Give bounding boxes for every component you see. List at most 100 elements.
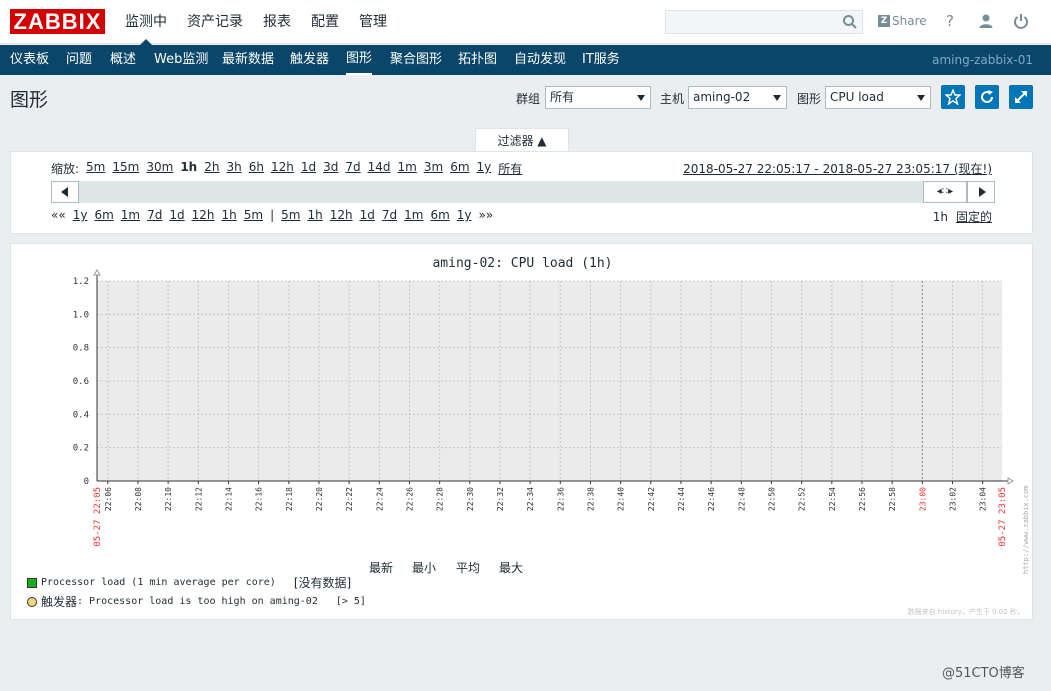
zoom-option[interactable]: 3h	[226, 160, 241, 177]
zoom-option[interactable]: 30m	[146, 160, 173, 177]
separator: |	[270, 208, 275, 222]
zoom-option[interactable]: 所有	[498, 160, 522, 177]
period-forward-link[interactable]: 1m	[404, 208, 423, 222]
zoom-option[interactable]: 2h	[204, 160, 219, 177]
period-back-link[interactable]: 1d	[169, 208, 184, 222]
group-select[interactable]: 所有	[545, 86, 651, 109]
y-axis-arrow-icon	[93, 269, 101, 276]
x-tick-label: 22:58	[888, 487, 897, 511]
nav-overview[interactable]: 概述	[110, 45, 136, 75]
top-menu-administration[interactable]: 管理	[349, 0, 397, 44]
period-forward-link[interactable]: 5m	[281, 208, 300, 222]
period-back-link[interactable]: 12h	[192, 208, 215, 222]
graph-select[interactable]: CPU load	[825, 86, 931, 109]
period-forward-link[interactable]: 1d	[360, 208, 375, 222]
legend-header-max: 最大	[499, 561, 524, 575]
back-arrows-icon: ««	[51, 208, 66, 222]
star-icon	[945, 89, 961, 105]
zoom-option[interactable]: 1m	[398, 160, 417, 177]
top-menu-configuration[interactable]: 配置	[301, 0, 349, 44]
side-url-text: http://www.zabbix.com	[1022, 485, 1030, 574]
sign-out-icon[interactable]	[1013, 13, 1029, 29]
period-forward-link[interactable]: 1h	[307, 208, 322, 222]
nav-problems[interactable]: 问题	[66, 45, 92, 75]
nav-screens[interactable]: 聚合图形	[390, 45, 442, 75]
help-icon[interactable]: ?	[946, 12, 954, 30]
zoom-option[interactable]: 1d	[301, 160, 316, 177]
scroll-left-button[interactable]	[51, 181, 79, 203]
zoom-option[interactable]: 7d	[345, 160, 360, 177]
zoom-option[interactable]: 14d	[368, 160, 391, 177]
zoom-option[interactable]: 12h	[271, 160, 294, 177]
top-menu-monitoring[interactable]: 监测中	[115, 0, 177, 45]
generation-credit: 数据来自 history。产生于 0.02 秒。	[907, 608, 1024, 616]
x-tick-label: 22:24	[375, 487, 384, 511]
refresh-button[interactable]	[975, 85, 999, 109]
fixed-period: 1h 固定的	[933, 208, 992, 225]
scroll-handle[interactable]: ◂∷▸	[923, 181, 967, 203]
zoom-option[interactable]: 1h	[180, 160, 197, 177]
period-forward-link[interactable]: 7d	[382, 208, 397, 222]
zoom-option[interactable]: 6m	[450, 160, 469, 177]
x-end-label: 05-27 23:05	[998, 487, 1008, 547]
zoom-option[interactable]: 6h	[249, 160, 264, 177]
top-menu-reports[interactable]: 报表	[253, 0, 301, 44]
scroll-right-button[interactable]	[967, 181, 995, 203]
period-range[interactable]: 2018-05-27 22:05:17 - 2018-05-27 23:05:1…	[683, 160, 992, 177]
chevron-down-icon	[917, 95, 925, 101]
zoom-option[interactable]: 3m	[424, 160, 443, 177]
x-tick-label: 22:56	[858, 487, 867, 511]
x-tick-label: 22:30	[466, 487, 475, 511]
zoom-option[interactable]: 15m	[112, 160, 139, 177]
x-tick-label: 22:44	[677, 487, 686, 511]
nav-latest-data[interactable]: 最新数据	[222, 45, 274, 75]
x-tick-label: 22:06	[104, 487, 113, 511]
x-tick-label: 22:42	[647, 487, 656, 511]
x-tick-label: 22:38	[586, 487, 595, 511]
timeline-scrollbar[interactable]: ◂∷▸	[51, 181, 995, 203]
zoom-option[interactable]: 5m	[86, 160, 105, 177]
search-input[interactable]	[665, 10, 863, 34]
nav-discovery[interactable]: 自动发现	[514, 45, 566, 75]
legend-trigger-name: : Processor load is too high on aming-02	[77, 596, 318, 607]
zoom-option[interactable]: 3d	[323, 160, 338, 177]
nav-triggers[interactable]: 触发器	[290, 45, 329, 75]
y-tick-label: 0.8	[73, 344, 89, 354]
period-navigation: «« 1y 6m 1m 7d 1d 12h 1h 5m | 5m 1h 12h 1d 7d 1m 6m 1y…	[51, 208, 500, 222]
legend-item-trigger: 触发器 : Processor load is too high on amin…	[27, 593, 366, 610]
zoom-label: 缩放:	[51, 162, 80, 176]
period-back-link[interactable]: 5m	[244, 208, 263, 222]
fullscreen-button[interactable]	[1009, 85, 1033, 109]
series-color-swatch	[27, 577, 37, 588]
x-tick-label: 23:04	[979, 487, 988, 511]
period-back-link[interactable]: 1y	[73, 208, 88, 222]
nav-maps[interactable]: 拓扑图	[458, 45, 497, 75]
legend-series-name: Processor load (1 min average per core)	[41, 577, 276, 588]
period-back-link[interactable]: 6m	[94, 208, 113, 222]
top-menu-inventory[interactable]: 资产记录	[177, 0, 253, 44]
period-back-link[interactable]: 1m	[121, 208, 140, 222]
period-forward-link[interactable]: 6m	[430, 208, 449, 222]
host-select-value: aming-02	[693, 90, 751, 104]
period-forward-link[interactable]: 1y	[457, 208, 472, 222]
x-tick-label: 22:20	[315, 487, 324, 511]
nav-dashboard[interactable]: 仪表板	[10, 45, 49, 75]
x-tick-label: 22:54	[828, 487, 837, 511]
zoom-option[interactable]: 1y	[477, 160, 492, 177]
host-select[interactable]: aming-02	[688, 86, 787, 109]
x-tick-label: 22:26	[405, 487, 414, 511]
user-profile-icon[interactable]	[978, 13, 994, 29]
share-link[interactable]: Z Share	[878, 14, 927, 28]
nav-graphs[interactable]: 图形	[346, 45, 373, 75]
nav-it-services[interactable]: IT服务	[582, 45, 620, 75]
favorite-button[interactable]	[941, 85, 965, 109]
period-back-link[interactable]: 1h	[222, 208, 237, 222]
search-icon[interactable]	[842, 14, 858, 30]
period-back-link[interactable]: 7d	[147, 208, 162, 222]
nav-web[interactable]: Web监测	[154, 45, 208, 75]
period-forward-link[interactable]: 12h	[330, 208, 353, 222]
fixed-toggle[interactable]: 固定的	[956, 210, 992, 224]
zabbix-logo[interactable]: ZABBIX	[10, 9, 105, 34]
graph-select-value: CPU load	[830, 90, 884, 104]
filter-tab[interactable]: 过滤器 ▲	[475, 128, 569, 152]
